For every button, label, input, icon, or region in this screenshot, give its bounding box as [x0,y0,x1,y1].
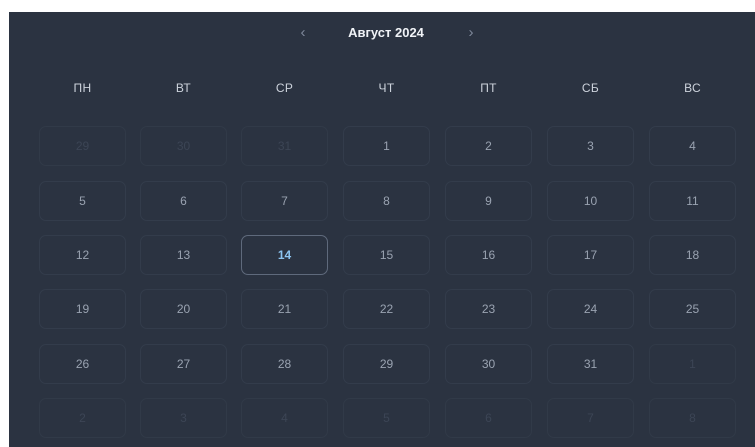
day-cell[interactable]: 25 [649,289,736,329]
day-cell[interactable]: 9 [445,181,532,221]
day-cell-outside-month[interactable]: 3 [140,398,227,438]
day-cell[interactable]: 30 [445,344,532,384]
day-cell[interactable]: 6 [140,181,227,221]
day-cell[interactable]: 17 [547,235,634,275]
day-cell[interactable]: 8 [343,181,430,221]
day-cell-outside-month[interactable]: 8 [649,398,736,438]
calendar: ‹ Август 2024 › ПН ВТ СР ЧТ ПТ СБ ВС 29 3… [9,12,755,447]
day-cell-outside-month[interactable]: 5 [343,398,430,438]
day-cell[interactable]: 23 [445,289,532,329]
day-cell[interactable]: 12 [39,235,126,275]
day-cell[interactable]: 29 [343,344,430,384]
day-cell[interactable]: 21 [241,289,328,329]
day-cell-outside-month[interactable]: 6 [445,398,532,438]
day-cell[interactable]: 1 [343,126,430,166]
day-cell[interactable]: 19 [39,289,126,329]
day-cell[interactable]: 15 [343,235,430,275]
day-cell[interactable]: 3 [547,126,634,166]
day-cell[interactable]: 7 [241,181,328,221]
day-cell-outside-month[interactable]: 29 [39,126,126,166]
day-cell[interactable]: 26 [39,344,126,384]
day-cell-outside-month[interactable]: 1 [649,344,736,384]
day-cell-today[interactable]: 14 [241,235,328,275]
days-grid: 29 30 31 1 2 3 4 5 6 7 8 9 10 11 12 13 14 15 16 17 18 19 20 21 2… [9,12,755,447]
day-cell-outside-month[interactable]: 2 [39,398,126,438]
day-cell[interactable]: 24 [547,289,634,329]
day-cell[interactable]: 4 [649,126,736,166]
day-cell[interactable]: 10 [547,181,634,221]
day-cell-outside-month[interactable]: 7 [547,398,634,438]
day-cell[interactable]: 28 [241,344,328,384]
day-cell[interactable]: 31 [547,344,634,384]
day-cell-outside-month[interactable]: 31 [241,126,328,166]
day-cell[interactable]: 13 [140,235,227,275]
day-cell[interactable]: 20 [140,289,227,329]
day-cell[interactable]: 27 [140,344,227,384]
day-cell[interactable]: 22 [343,289,430,329]
day-cell-outside-month[interactable]: 30 [140,126,227,166]
day-cell[interactable]: 18 [649,235,736,275]
day-cell[interactable]: 5 [39,181,126,221]
day-cell[interactable]: 2 [445,126,532,166]
day-cell[interactable]: 16 [445,235,532,275]
day-cell-outside-month[interactable]: 4 [241,398,328,438]
day-cell[interactable]: 11 [649,181,736,221]
